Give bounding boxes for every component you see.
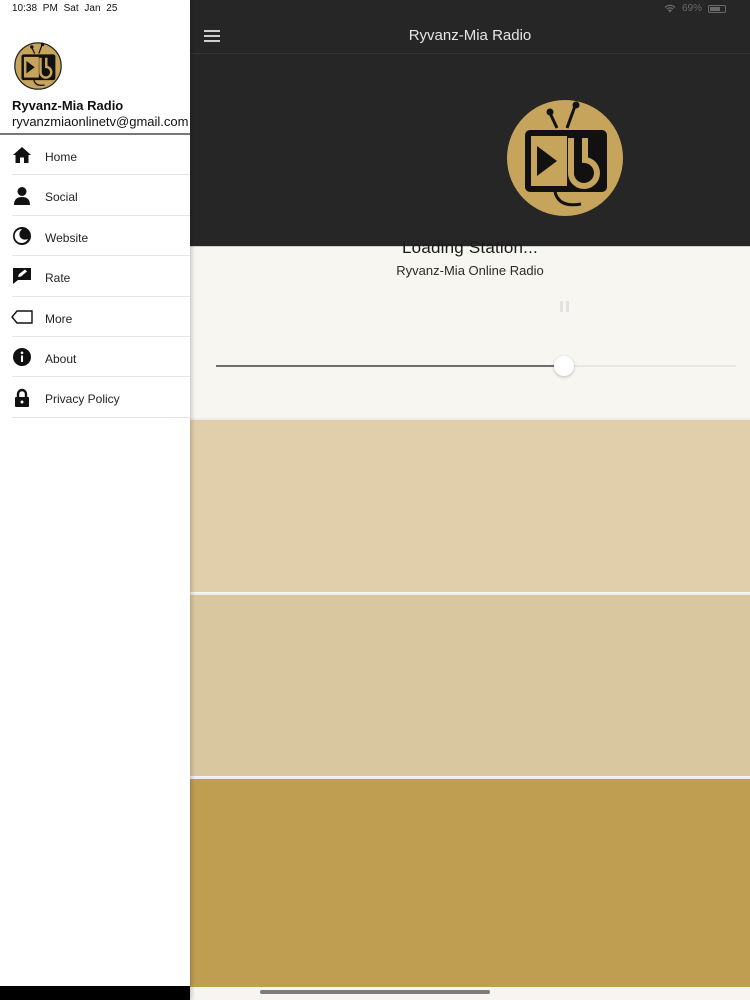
status-indicators: 69% bbox=[664, 3, 726, 14]
browser-icon bbox=[11, 225, 33, 247]
status-time: 10:38 PM bbox=[12, 3, 58, 14]
player-header: 69% Ryvanz-Mia Radio bbox=[190, 0, 750, 246]
tag-icon bbox=[11, 306, 33, 328]
menu-item-label: Social bbox=[45, 190, 78, 205]
menu-item-rate[interactable]: Rate bbox=[0, 256, 190, 297]
home-indicator[interactable] bbox=[260, 990, 490, 994]
menu-item-home[interactable]: Home bbox=[0, 135, 190, 176]
main-app: 69% Ryvanz-Mia Radio Loading Station... … bbox=[190, 0, 750, 1000]
player-panel: Loading Station... Ryvanz-Mia Online Rad… bbox=[190, 238, 750, 416]
app-logo bbox=[14, 42, 62, 90]
drawer-menu: Home Social Website Rate More About Priv… bbox=[0, 135, 190, 419]
menu-item-label: About bbox=[45, 351, 77, 366]
side-drawer: 10:38 PM Sat Jan 25 Ryvanz-Mia Radio ryv… bbox=[0, 0, 190, 1000]
content-panel-2 bbox=[190, 593, 750, 776]
menu-item-label: Privacy Policy bbox=[45, 392, 120, 407]
drawer-app-name: Ryvanz-Mia Radio bbox=[12, 98, 124, 113]
slider-thumb[interactable] bbox=[554, 356, 575, 376]
info-icon bbox=[11, 346, 33, 368]
menu-item-label: More bbox=[45, 311, 73, 326]
slider-fill bbox=[216, 365, 565, 367]
wifi-icon bbox=[664, 4, 676, 13]
menu-item-social[interactable]: Social bbox=[0, 175, 190, 217]
rate-icon bbox=[11, 265, 33, 287]
home-icon bbox=[11, 144, 33, 166]
drawer-bottom-bar bbox=[0, 986, 190, 1000]
content-panel-3 bbox=[190, 777, 750, 987]
menu-item-website[interactable]: Website bbox=[0, 216, 190, 257]
menu-item-privacy-policy[interactable]: Privacy Policy bbox=[0, 377, 190, 419]
pause-icon[interactable] bbox=[560, 301, 570, 313]
status-time-date: 10:38 PM Sat Jan 25 bbox=[12, 3, 117, 14]
menu-item-label: Home bbox=[45, 150, 78, 164]
lock-icon bbox=[11, 387, 33, 409]
content-panel-1 bbox=[190, 418, 750, 592]
drawer-email: ryvanzmiaonlinetv@gmail.com bbox=[12, 114, 189, 129]
battery-icon bbox=[708, 4, 726, 13]
menu-item-about[interactable]: About bbox=[0, 337, 190, 378]
person-icon bbox=[11, 185, 33, 207]
volume-slider[interactable] bbox=[216, 356, 736, 377]
status-date: Sat Jan 25 bbox=[63, 3, 118, 14]
menu-item-label: Website bbox=[45, 230, 89, 245]
battery-percent: 69% bbox=[681, 3, 702, 14]
station-logo bbox=[507, 100, 623, 216]
menu-item-more[interactable]: More bbox=[0, 297, 190, 338]
menu-item-label: Rate bbox=[45, 271, 71, 286]
